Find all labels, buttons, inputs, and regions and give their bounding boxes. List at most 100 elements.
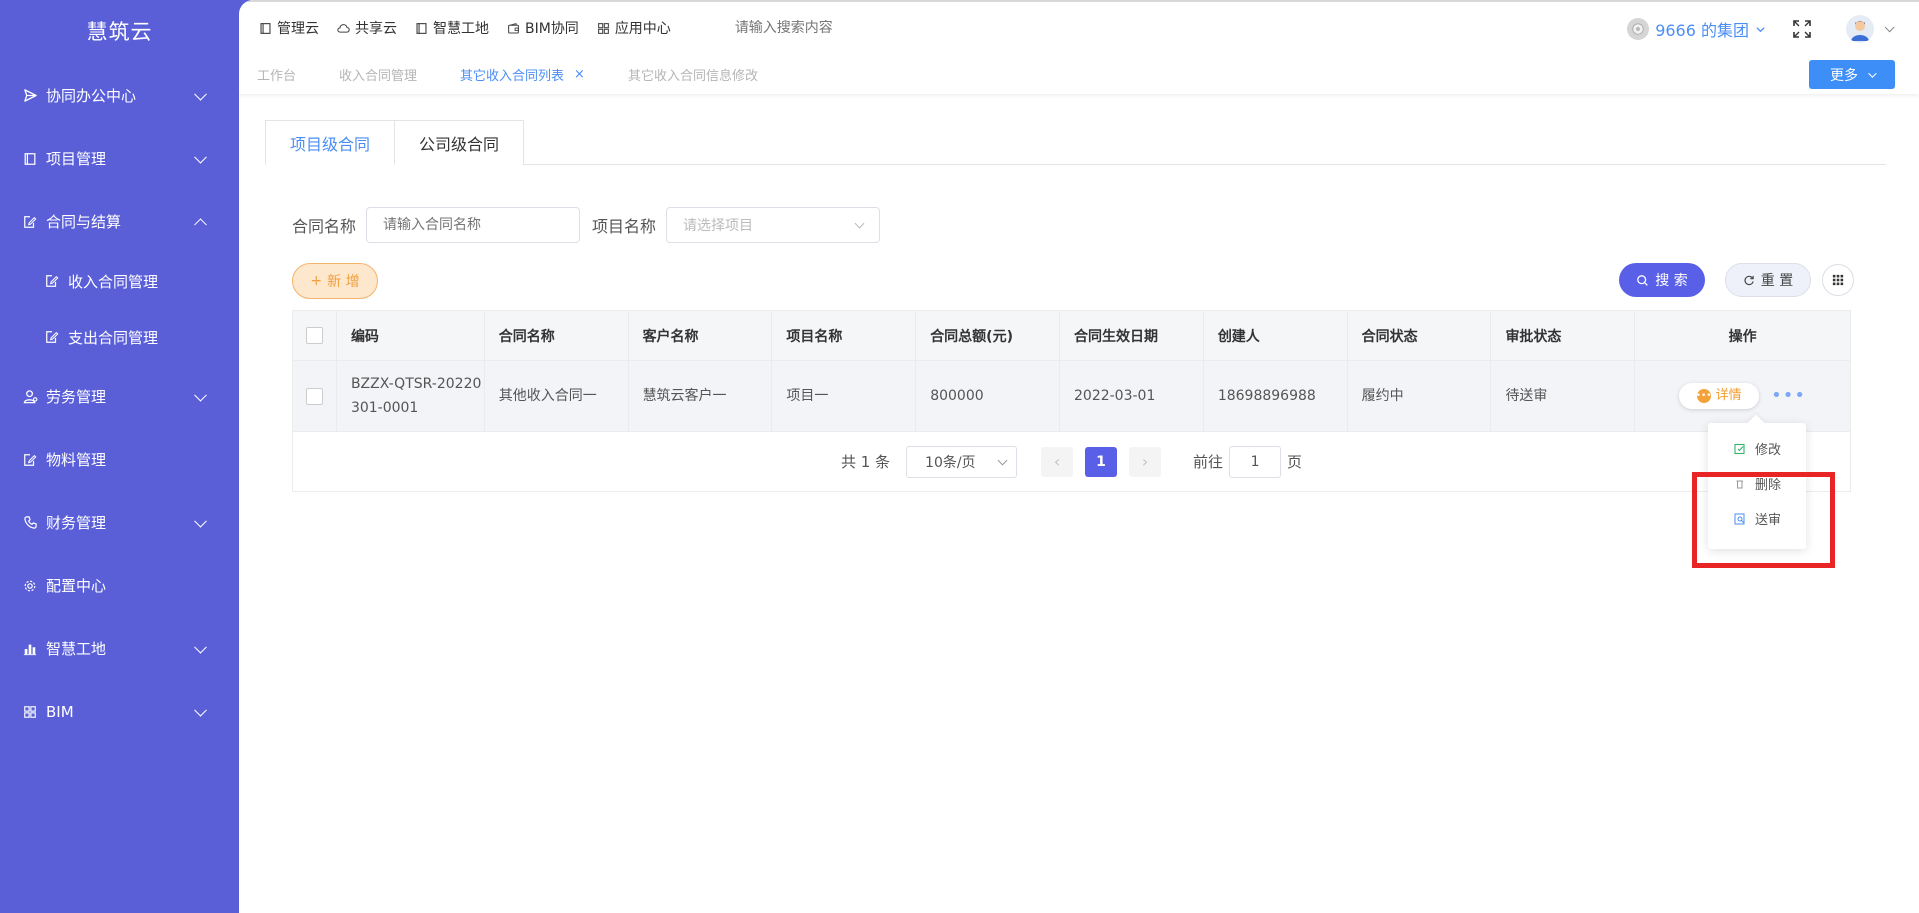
more-actions-icon[interactable]: ••• [1771, 387, 1806, 405]
sidebar-item-labor-management[interactable]: 劳务管理 [0, 365, 239, 428]
sidebar-item-project-management[interactable]: 项目管理 [0, 127, 239, 190]
topnav-smart-site[interactable]: 智慧工地 [415, 18, 489, 38]
cell-actions: ••• 详情 ••• [1635, 361, 1850, 431]
plus-icon: + [310, 273, 323, 289]
sidebar-subitem-expense-contract[interactable]: 支出合同管理 [0, 309, 239, 365]
fullscreen-icon[interactable] [1792, 19, 1812, 39]
topnav-label: BIM协同 [525, 21, 579, 37]
goto-prefix: 前往 [1193, 453, 1224, 471]
search-button[interactable]: 搜 索 [1619, 263, 1705, 297]
cell-code-text: BZZX-QTSR-20220301-0001 [350, 376, 482, 416]
trash-icon [1736, 480, 1743, 488]
reset-button-label: 重 置 [1760, 273, 1794, 289]
chevron-up-icon [194, 217, 207, 231]
book-icon [416, 22, 427, 34]
column-settings-button[interactable] [1822, 264, 1854, 296]
more-button[interactable]: 更多 [1809, 60, 1895, 89]
project-name-label: 项目名称 [592, 217, 657, 236]
sidebar-item-label: 协同办公中心 [46, 87, 137, 105]
menu-item-delete[interactable]: 删除 [1708, 466, 1806, 501]
column-header: 合同总额(元) [916, 311, 1060, 360]
menu-item-label: 送审 [1755, 513, 1782, 528]
pagination-total: 共 1 条 [840, 453, 891, 471]
tab-label: 项目级合同 [290, 134, 371, 154]
edit-doc-icon [44, 329, 60, 345]
page-size-select[interactable]: 10条/页 [906, 445, 1018, 478]
chevron-down-icon [1868, 68, 1877, 78]
grid-icon [597, 22, 609, 34]
chevron-down-icon [194, 703, 207, 717]
topnav-bim-collab[interactable]: BIM协同 [507, 18, 579, 38]
sidebar-item-finance-management[interactable]: 财务管理 [0, 491, 239, 554]
menu-item-submit-review[interactable]: 送审 [1708, 501, 1806, 536]
column-header: 操作 [1728, 328, 1757, 345]
menu-item-label: 删除 [1755, 478, 1782, 493]
next-page-button[interactable]: › [1129, 446, 1162, 477]
org-switcher[interactable]: 9666 的集团 [1627, 17, 1766, 41]
page-size-value: 10条/页 [925, 454, 976, 471]
add-button[interactable]: + 新 增 [292, 263, 378, 299]
edit-doc-icon [44, 273, 60, 289]
sidebar-item-label: 物料管理 [46, 451, 107, 469]
topnav-shared-cloud[interactable]: 共享云 [337, 18, 397, 38]
cell-project: 项目一 [772, 361, 917, 431]
cell-creator: 18698896988 [1204, 361, 1348, 431]
chevron-down-icon[interactable] [1884, 21, 1895, 32]
org-name: 9666 的集团 [1655, 21, 1749, 40]
user-avatar[interactable] [1846, 15, 1874, 43]
contract-name-input[interactable] [366, 207, 581, 243]
contract-level-tabs: 项目级合同 公司级合同 [265, 120, 1886, 165]
topnav-management-cloud[interactable]: 管理云 [259, 18, 319, 38]
reset-button[interactable]: 重 置 [1725, 263, 1811, 297]
sidebar-item-collab-office[interactable]: 协同办公中心 [0, 64, 239, 127]
cell-customer: 慧筑云客户一 [629, 361, 773, 431]
topnav-label: 应用中心 [614, 21, 671, 37]
close-icon[interactable]: × [574, 67, 585, 82]
topnav-label: 共享云 [355, 21, 397, 37]
cell-approval-status: 待送审 [1491, 361, 1636, 431]
chevron-down-icon [1756, 26, 1765, 32]
tab-project-level-contract[interactable]: 项目级合同 [265, 120, 396, 165]
select-all-checkbox[interactable] [305, 327, 323, 344]
project-select-placeholder: 请选择项目 [683, 218, 754, 234]
topnav-label: 管理云 [277, 21, 319, 37]
org-logo-icon [1627, 18, 1650, 40]
tab-label: 公司级合同 [419, 135, 500, 154]
topnav-app-center[interactable]: 应用中心 [597, 18, 671, 38]
project-select[interactable]: 请选择项目 [666, 207, 881, 243]
sidebar-item-bim[interactable]: BIM [0, 680, 239, 743]
page-number-1[interactable]: 1 [1085, 446, 1118, 477]
book-icon [22, 151, 38, 167]
sidebar-item-smart-site[interactable]: 智慧工地 [0, 617, 239, 680]
tag-workbench[interactable]: 工作台 [257, 65, 296, 84]
cell-code: BZZX-QTSR-20220301-0001 [337, 361, 485, 431]
sidebar-item-contract-settlement[interactable]: 合同与结算 [0, 190, 239, 253]
tag-other-income-contract-list[interactable]: 其它收入合同列表 × [460, 65, 585, 84]
cell-amount: 800000 [916, 361, 1060, 431]
sidebar-item-config-center[interactable]: 配置中心 [0, 554, 239, 617]
tag-income-contract-management[interactable]: 收入合同管理 [339, 65, 417, 84]
tab-company-level-contract[interactable]: 公司级合同 [395, 120, 525, 165]
sidebar: 慧筑云 协同办公中心 项目管理 合同与结算 收入合同管理 支出合同管理 劳务管理… [0, 0, 239, 913]
chevron-down-icon [194, 87, 207, 101]
chevron-down-icon [997, 455, 1008, 465]
global-search-input[interactable] [734, 20, 1035, 36]
prev-page-button[interactable]: ‹ [1041, 446, 1074, 477]
book-icon [260, 22, 271, 34]
row-checkbox[interactable] [305, 387, 323, 405]
cell-contract-name: 其他收入合同一 [485, 361, 629, 431]
pagination: 共 1 条 10条/页 ‹ 1 › 前往 页 [293, 431, 1850, 491]
detail-button[interactable]: ••• 详情 [1679, 383, 1760, 409]
column-header: 客户名称 [629, 311, 773, 360]
goto-page-input[interactable] [1229, 445, 1282, 478]
chevron-down-icon [194, 388, 207, 402]
sidebar-subitem-label: 支出合同管理 [68, 328, 159, 347]
tag-other-income-contract-edit[interactable]: 其它收入合同信息修改 [628, 65, 758, 84]
edit-icon [1734, 443, 1745, 454]
grid-icon [1832, 274, 1844, 286]
row-select-cell [293, 361, 337, 431]
sidebar-item-material-management[interactable]: 物料管理 [0, 428, 239, 491]
sidebar-subitem-income-contract[interactable]: 收入合同管理 [0, 253, 239, 309]
menu-item-edit[interactable]: 修改 [1708, 431, 1806, 466]
more-circle-icon: ••• [1696, 389, 1712, 403]
